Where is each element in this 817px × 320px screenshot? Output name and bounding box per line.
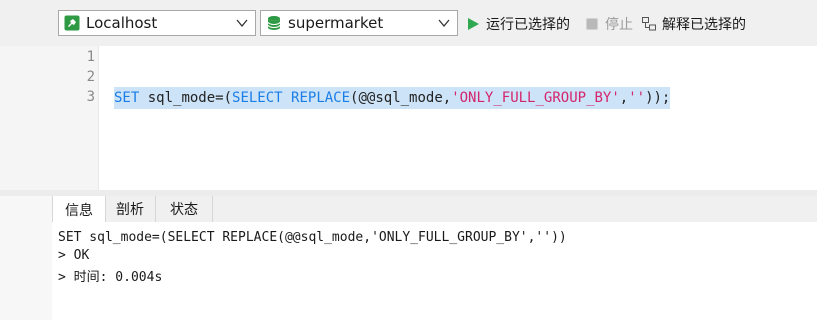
stop-button[interactable]: 停止: [585, 14, 633, 34]
line-number: 1: [86, 49, 95, 65]
line-number-gutter: 1 2 3: [0, 46, 99, 190]
connection-value: Localhost: [86, 14, 158, 32]
stop-icon: [586, 18, 598, 30]
tab-info[interactable]: 信息: [52, 196, 106, 223]
code-keyword: SET: [114, 90, 140, 106]
result-tabs: 信息 剖析 状态: [52, 196, 817, 223]
code-string: '': [628, 90, 646, 106]
connection-select[interactable]: Localhost: [58, 10, 256, 36]
line-number: 2: [86, 69, 95, 85]
left-panel-edge: [0, 196, 53, 320]
database-value: supermarket: [288, 14, 384, 32]
code-keyword: REPLACE: [291, 90, 351, 106]
code-text: ));: [645, 90, 671, 106]
explain-selected-label: 解释已选择的: [662, 17, 746, 33]
database-select[interactable]: supermarket: [260, 10, 458, 36]
code-text: ,: [619, 90, 629, 106]
explain-selected-button[interactable]: 解释已选择的: [642, 14, 746, 34]
chevron-down-icon[interactable]: [236, 18, 248, 28]
tab-profile[interactable]: 剖析: [105, 196, 156, 222]
line-number: 3: [86, 89, 95, 105]
message-output: SET sql_mode=(SELECT REPLACE(@@sql_mode,…: [52, 222, 817, 320]
run-selected-button[interactable]: 运行已选择的: [466, 14, 570, 34]
message-line: > 时间: 0.004s: [58, 270, 163, 285]
toolbar: Localhost supermarket 运行已选择的 停止 解释已选择的: [0, 0, 817, 47]
message-line: SET sql_mode=(SELECT REPLACE(@@sql_mode,…: [58, 230, 567, 245]
run-selected-label: 运行已选择的: [486, 17, 570, 33]
explain-icon: [642, 17, 656, 31]
code-text: (@@sql_mode,: [350, 90, 452, 106]
database-icon: [267, 16, 281, 30]
chevron-down-icon[interactable]: [438, 18, 450, 28]
play-icon: [468, 18, 479, 30]
tab-status[interactable]: 状态: [156, 196, 213, 222]
code-line-selected[interactable]: SET sql_mode=(SELECT REPLACE(@@sql_mode,…: [114, 87, 671, 109]
stop-label: 停止: [605, 17, 633, 33]
message-line: > OK: [58, 248, 90, 263]
code-string: 'ONLY_FULL_GROUP_BY': [451, 90, 620, 106]
connection-icon: [64, 15, 80, 31]
code-text: sql_mode=(: [139, 90, 233, 106]
code-keyword: SELECT: [232, 90, 283, 106]
sql-editor[interactable]: 1 2 3 SET sql_mode=(SELECT REPLACE(@@sql…: [0, 46, 817, 190]
